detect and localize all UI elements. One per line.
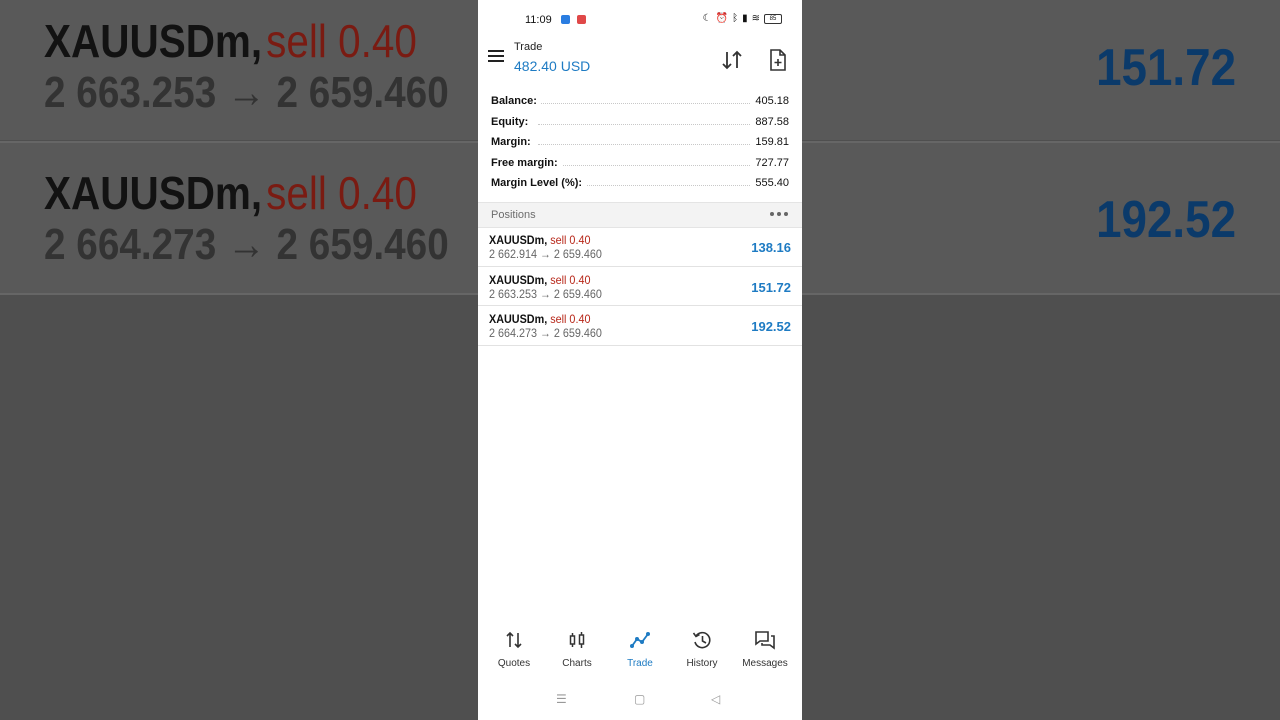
recent-apps-icon[interactable]: ☰ [556,692,567,706]
summary-value: 405.18 [751,95,789,107]
position-symbol: XAUUSDm, [489,272,548,287]
status-time: 11:09 [525,14,552,26]
summary-value: 887.58 [751,115,789,128]
nav-quotes[interactable]: Quotes [484,628,544,669]
summary-label: Margin: [491,136,535,149]
menu-icon[interactable] [488,50,504,64]
position-prices: 2 663.253 → 2 659.460 [489,286,602,301]
nav-trade[interactable]: Trade [610,628,670,669]
position-row[interactable]: XAUUSDm, sell 0.40 2 664.273 → 2 659.460… [478,306,802,346]
summary-row-free-margin: Free margin: 727.77 [478,152,802,173]
nav-history[interactable]: History [672,628,732,669]
system-nav-bar: ☰ ▢ ◁ [478,690,802,710]
battery-icon: 85 [764,13,782,24]
background-left-zoom: XAUUSDm, sell 0.40 2 663.253 → 2 659.460… [0,0,478,720]
home-icon[interactable]: ▢ [634,692,645,706]
position-prices: 2 664.273 → 2 659.460 [489,326,602,340]
summary-value: 727.77 [751,156,789,169]
background-right-zoom: 151.72 192.52 [802,0,1280,720]
summary-row-equity: Equity: 887.58 [478,111,802,132]
position-row[interactable]: XAUUSDm, sell 0.40 2 663.253 → 2 659.460… [478,267,802,306]
positions-title: Positions [491,209,536,221]
bottom-nav: Quotes Charts Trade History Messages [478,628,802,678]
page-title: Trade [514,41,543,53]
nav-label: History [686,658,718,669]
signal-icon: ▮ [742,13,748,24]
moon-icon: ☾ [702,13,712,24]
charts-icon [547,628,607,652]
position-symbol: XAUUSDm, [489,233,548,247]
bg-side: sell 0.40 [266,167,417,219]
bg-position-row: XAUUSDm, sell 0.40 2 663.253 → 2 659.460 [44,14,449,117]
back-icon[interactable]: ◁ [711,692,720,706]
summary-label: Balance: [491,95,541,107]
trade-icon [610,628,670,652]
bg-profit: 192.52 [1096,191,1236,249]
position-row[interactable]: XAUUSDm, sell 0.40 2 662.914 → 2 659.460… [478,227,802,267]
nav-label: Charts [562,658,592,669]
nav-label: Messages [742,658,788,669]
position-side: sell 0.40 [550,233,591,247]
status-icons: ☾ ⏰ ᛒ ▮ ≋ 85 [703,13,782,24]
sort-button[interactable] [720,48,744,72]
positions-list: XAUUSDm, sell 0.40 2 662.914 → 2 659.460… [478,227,802,346]
position-side: sell 0.40 [550,312,591,326]
app-bar: Trade 482.40 USD [478,38,802,88]
summary-label: Margin Level (%): [491,177,587,190]
summary-row-balance: Balance: 405.18 [478,90,802,111]
position-profit: 138.16 [751,240,791,255]
summary-value: 159.81 [751,136,789,149]
sort-icon [722,50,742,70]
bg-position-row: XAUUSDm, sell 0.40 2 664.273 → 2 659.460 [44,166,449,269]
history-icon [672,628,732,652]
summary-label: Equity: [491,115,533,128]
phone-screen: 11:09 ☾ ⏰ ᛒ ▮ ≋ 85 Trade 482.40 USD Bala… [478,0,802,720]
messages-icon [735,628,795,652]
status-bar: 11:09 ☾ ⏰ ᛒ ▮ ≋ 85 [478,0,802,38]
bg-prices: 2 663.253 → 2 659.460 [44,68,449,117]
summary-row-margin: Margin: 159.81 [478,131,802,152]
account-balance-title: 482.40 USD [514,58,591,74]
position-profit: 151.72 [751,279,791,295]
wifi-icon: ≋ [751,13,760,24]
position-prices: 2 662.914 → 2 659.460 [489,247,602,261]
summary-row-margin-level: Margin Level (%): 555.40 [478,172,802,193]
positions-header: Positions [478,202,802,228]
bg-side: sell 0.40 [266,15,417,67]
more-options-icon[interactable] [770,210,790,218]
record-notification-icon [577,15,586,24]
account-summary: Balance: 405.18 Equity: 887.58 Margin: 1… [478,90,802,193]
nav-label: Trade [627,658,653,669]
position-profit: 192.52 [751,319,791,334]
nav-charts[interactable]: Charts [547,628,607,669]
bg-profit: 151.72 [1096,39,1236,97]
summary-value: 555.40 [751,177,789,190]
new-order-button[interactable] [766,48,790,72]
bg-symbol: XAUUSDm, [44,15,263,67]
app-notification-icon [561,15,570,24]
quotes-icon [484,628,544,652]
new-document-icon [770,49,786,71]
nav-messages[interactable]: Messages [735,628,795,669]
position-symbol: XAUUSDm, [489,312,548,326]
bg-symbol: XAUUSDm, [44,167,263,219]
bluetooth-icon: ᛒ [732,13,739,24]
bg-prices: 2 664.273 → 2 659.460 [44,220,449,269]
alarm-icon: ⏰ [715,13,729,24]
nav-label: Quotes [497,658,531,669]
summary-label: Free margin: [491,156,562,169]
position-side: sell 0.40 [550,272,591,287]
